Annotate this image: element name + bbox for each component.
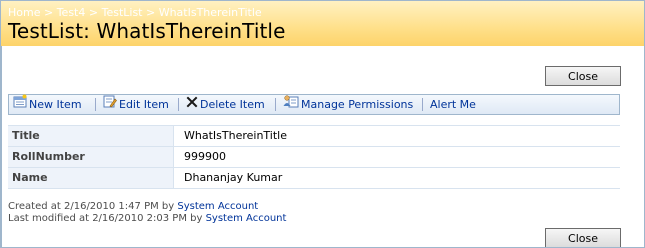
delete-item-label: Delete Item bbox=[200, 98, 265, 111]
close-button-bottom[interactable]: Close bbox=[545, 228, 621, 247]
close-button-top[interactable]: Close bbox=[545, 66, 621, 86]
manage-permissions-icon bbox=[283, 94, 299, 114]
delete-x-icon bbox=[186, 95, 198, 114]
page-title: TestList: WhatIsThereinTitle bbox=[8, 19, 286, 43]
created-line: Created at 2/16/2010 1:47 PM by System A… bbox=[8, 201, 286, 213]
breadcrumb-home[interactable]: Home bbox=[8, 6, 40, 19]
modified-by-link[interactable]: System Account bbox=[206, 213, 287, 224]
title-area: Home > Test4 > TestList > WhatIsThereinT… bbox=[1, 1, 644, 46]
edit-item-label: Edit Item bbox=[119, 98, 169, 111]
delete-item-button[interactable]: Delete Item bbox=[186, 95, 265, 114]
field-value: WhatIsThereinTitle bbox=[184, 129, 287, 142]
alert-me-label: Alert Me bbox=[430, 98, 476, 111]
new-item-label: New Item bbox=[29, 98, 82, 111]
modified-text: Last modified at 2/16/2010 2:03 PM by bbox=[8, 213, 203, 224]
breadcrumb-separator: > bbox=[43, 6, 54, 19]
item-properties: Title WhatIsThereinTitle RollNumber 9999… bbox=[8, 125, 620, 191]
toolbar-separator bbox=[178, 98, 179, 111]
item-version-info: Created at 2/16/2010 1:47 PM by System A… bbox=[8, 201, 286, 225]
item-toolbar: New Item Edit Item Delete Item Manage Pe… bbox=[8, 94, 620, 115]
field-value: Dhananjay Kumar bbox=[184, 171, 283, 184]
toolbar-separator bbox=[422, 98, 423, 111]
breadcrumb-separator: > bbox=[145, 6, 156, 19]
alert-me-button[interactable]: Alert Me bbox=[430, 95, 476, 114]
new-item-icon bbox=[13, 94, 27, 114]
edit-item-button[interactable]: Edit Item bbox=[103, 95, 169, 114]
field-label: Name bbox=[8, 168, 174, 188]
breadcrumb-test4[interactable]: Test4 bbox=[57, 6, 86, 19]
edit-item-icon bbox=[103, 94, 117, 114]
field-row-title: Title WhatIsThereinTitle bbox=[8, 126, 620, 147]
created-by-link[interactable]: System Account bbox=[177, 201, 258, 212]
field-row-rollnumber: RollNumber 999900 bbox=[8, 147, 620, 168]
field-label: RollNumber bbox=[8, 147, 174, 167]
field-row-name: Name Dhananjay Kumar bbox=[8, 168, 620, 189]
created-text: Created at 2/16/2010 1:47 PM by bbox=[8, 201, 175, 212]
breadcrumb: Home > Test4 > TestList > WhatIsThereinT… bbox=[8, 6, 262, 19]
manage-permissions-label: Manage Permissions bbox=[301, 98, 414, 111]
toolbar-separator bbox=[275, 98, 276, 111]
manage-permissions-button[interactable]: Manage Permissions bbox=[283, 95, 413, 114]
breadcrumb-current: WhatIsThereinTitle bbox=[158, 6, 262, 19]
breadcrumb-testlist[interactable]: TestList bbox=[102, 6, 143, 19]
toolbar-separator bbox=[95, 98, 96, 111]
field-label: Title bbox=[8, 126, 174, 146]
left-border bbox=[1, 46, 2, 247]
new-item-button[interactable]: New Item bbox=[13, 94, 82, 114]
breadcrumb-separator: > bbox=[88, 6, 99, 19]
page-frame: Home > Test4 > TestList > WhatIsThereinT… bbox=[0, 0, 645, 248]
modified-line: Last modified at 2/16/2010 2:03 PM by Sy… bbox=[8, 213, 286, 225]
field-value: 999900 bbox=[184, 150, 226, 163]
